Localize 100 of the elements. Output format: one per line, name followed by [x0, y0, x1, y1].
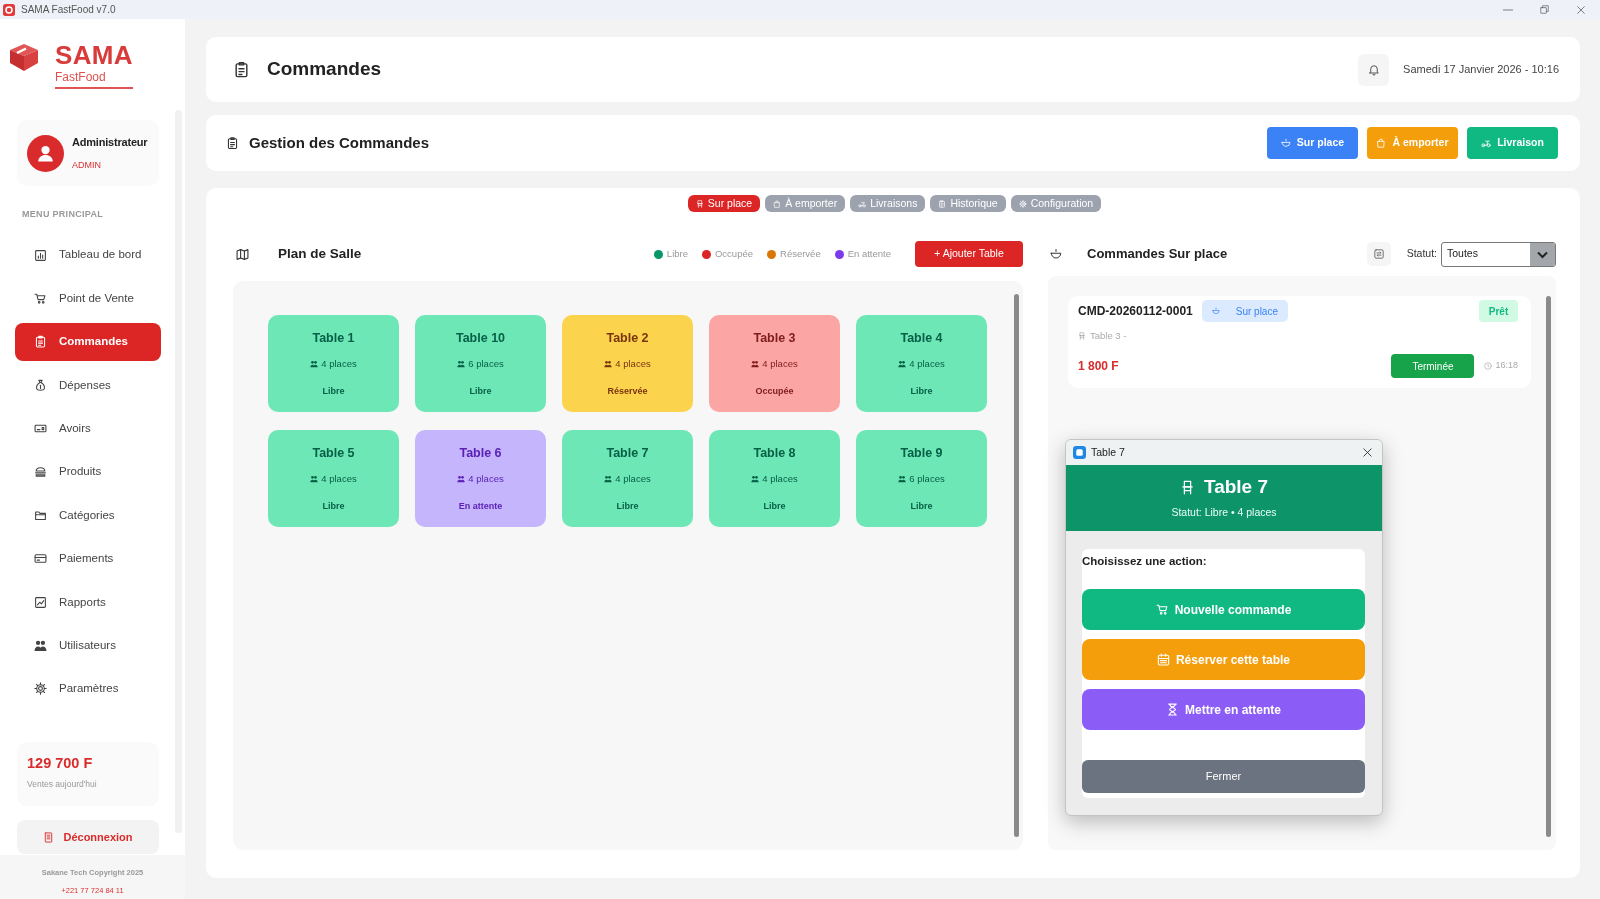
minimize-icon[interactable]	[1503, 8, 1513, 11]
dialog-title: Table 7	[1091, 444, 1125, 460]
scrollbar[interactable]	[1014, 294, 1019, 837]
avatar-icon	[27, 134, 64, 172]
bar-chart-icon	[34, 248, 47, 262]
hourglass-icon	[1166, 703, 1179, 716]
table-card[interactable]: Table 7 4 places Libre	[562, 430, 693, 527]
status-select[interactable]: Toutes	[1441, 241, 1556, 267]
chair-icon	[1078, 332, 1086, 340]
date-time: Samedi 17 Janvier 2026 - 10:16	[1403, 62, 1559, 78]
order-number: CMD-20260112-0001	[1078, 303, 1193, 320]
menu-item[interactable]: Dépenses	[15, 366, 161, 405]
page-title: Commandes	[267, 57, 382, 82]
close-icon[interactable]	[1362, 447, 1373, 458]
clipboard-icon	[938, 199, 947, 208]
table-card[interactable]: Table 8 4 places Libre	[709, 430, 840, 527]
table-name: Table 8	[753, 446, 796, 461]
settings-icon	[1018, 199, 1027, 208]
bowl-icon	[1280, 138, 1291, 148]
users-icon	[34, 639, 47, 652]
scooter-icon	[858, 199, 867, 208]
menu-item[interactable]: Utilisateurs	[15, 626, 161, 665]
table-card[interactable]: Table 1 4 places Libre	[268, 315, 399, 412]
panel-title: Plan de Salle	[278, 244, 362, 263]
logout-button[interactable]: Déconnexion	[17, 820, 159, 855]
users-icon	[457, 360, 466, 368]
legend-label: Réservée	[780, 246, 821, 261]
user-role: ADMIN	[72, 158, 102, 172]
table-status: Libre	[910, 501, 933, 512]
action-button[interactable]: Mettre en attente	[1082, 689, 1365, 730]
table-status: Libre	[910, 386, 933, 397]
bag-icon	[1376, 138, 1387, 148]
seat-count: 4 places	[615, 473, 651, 485]
seat-count: 4 places	[762, 358, 798, 370]
dropdown-caret-icon[interactable]	[1530, 242, 1555, 266]
table-name: Table 5	[312, 446, 355, 461]
seat-count: 6 places	[909, 473, 945, 485]
table-status: Occupée	[755, 386, 794, 397]
credit-card-icon	[34, 552, 47, 566]
table-name: Table 1	[312, 331, 355, 346]
user-name: Administrateur	[72, 135, 148, 150]
order-status-button[interactable]: Terminée	[1391, 354, 1475, 378]
add-table-button[interactable]: + Ajouter Table	[915, 241, 1023, 267]
calendar-icon	[1156, 653, 1170, 666]
table-card[interactable]: Table 6 4 places En attente	[415, 430, 546, 527]
users-icon	[898, 360, 907, 368]
table-card[interactable]: Table 5 4 places Libre	[268, 430, 399, 527]
table-status: En attente	[458, 501, 503, 512]
door-icon	[43, 830, 55, 844]
dialog-subtitle: Statut: Libre • 4 places	[1171, 505, 1277, 520]
seat-count: 4 places	[909, 358, 945, 370]
box-logo-icon	[8, 42, 40, 73]
table-card[interactable]: Table 9 6 places Libre	[856, 430, 987, 527]
menu-item[interactable]: Catégories	[15, 496, 161, 535]
scrollbar[interactable]	[1546, 296, 1551, 837]
map-icon	[236, 247, 249, 261]
table-name: Table 10	[455, 331, 506, 346]
clipboard-icon	[233, 61, 250, 78]
users-icon	[751, 475, 760, 483]
line-chart-icon	[34, 595, 47, 609]
menu-heading: MENU PRINCIPAL	[22, 209, 105, 219]
table-card[interactable]: Table 4 4 places Libre	[856, 315, 987, 412]
table-card[interactable]: Table 10 6 places Libre	[415, 315, 546, 412]
menu-item[interactable]: Commandes	[15, 322, 161, 361]
brand-name: SAMA	[55, 42, 133, 68]
menu-item[interactable]: Paiements	[15, 539, 161, 578]
table-status: Réservée	[607, 386, 648, 397]
window-title: SAMA FastFood v7.0	[21, 3, 116, 17]
menu-item[interactable]: Point de Vente	[15, 279, 161, 318]
users-icon	[310, 360, 319, 368]
seat-count: 4 places	[321, 358, 357, 370]
table-name: Table 2	[606, 331, 649, 346]
users-icon	[310, 475, 319, 483]
table-status: Libre	[469, 386, 492, 397]
table-name: Table 6	[459, 446, 502, 461]
table-name: Table 7	[606, 446, 649, 461]
table-card[interactable]: Table 2 4 places Réservée	[562, 315, 693, 412]
panel-title: Commandes Sur place	[1087, 245, 1228, 264]
refresh-button[interactable]	[1366, 242, 1391, 266]
dialog-prompt: Choisissez une action:	[1082, 554, 1208, 569]
menu-item[interactable]: Paramètres	[15, 669, 161, 708]
table-status: Libre	[616, 501, 639, 512]
folder-icon	[34, 508, 47, 522]
order-time: 16:18	[1495, 359, 1518, 373]
order-type-button[interactable]: Sur place	[1267, 127, 1358, 159]
brand-subtitle: FastFood	[55, 70, 133, 89]
menu-item[interactable]: Avoirs	[15, 409, 161, 448]
tab[interactable]: Sur place	[687, 195, 761, 212]
menu-item[interactable]: Produits	[15, 452, 161, 491]
table-card[interactable]: Table 3 4 places Occupée	[709, 315, 840, 412]
table-name: Table 3	[753, 331, 796, 346]
notification-button[interactable]	[1358, 53, 1390, 86]
seat-count: 6 places	[468, 358, 504, 370]
menu-item[interactable]: Rapports	[15, 583, 161, 622]
order-total: 1 800 F	[1078, 358, 1119, 375]
menu-item[interactable]: Tableau de bord	[15, 236, 161, 274]
money-bag-icon	[34, 378, 47, 392]
close-button[interactable]: Fermer	[1082, 760, 1365, 793]
clipboard-icon	[34, 335, 47, 349]
restore-icon[interactable]	[1540, 5, 1549, 14]
